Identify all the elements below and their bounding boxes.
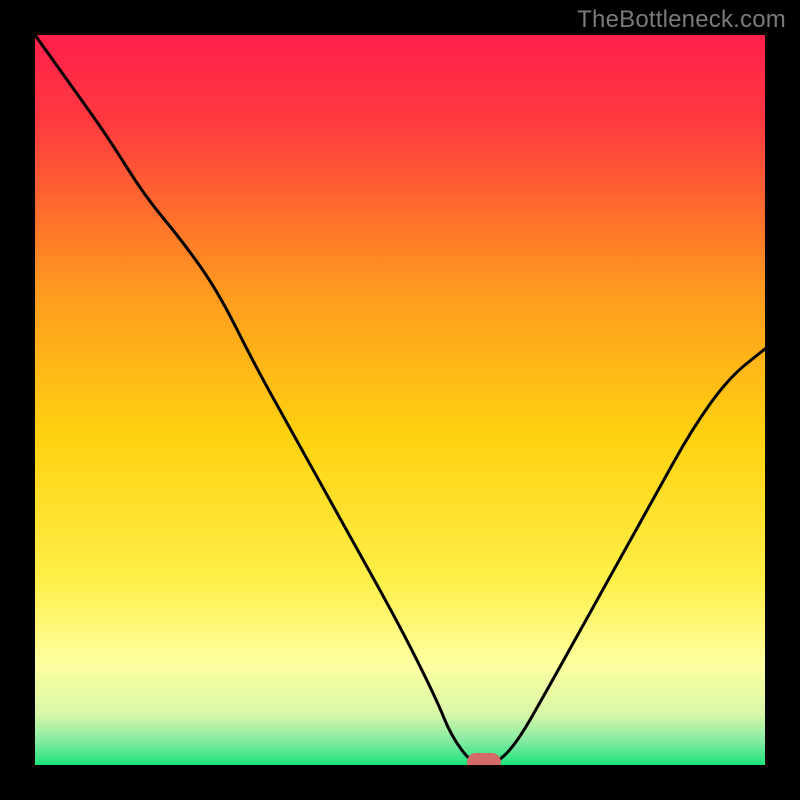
gradient-background — [35, 35, 765, 765]
optimal-marker — [467, 753, 501, 765]
plot-area — [35, 35, 765, 765]
chart-frame: TheBottleneck.com — [0, 0, 800, 800]
chart-svg — [35, 35, 765, 765]
watermark-label: TheBottleneck.com — [577, 6, 786, 34]
